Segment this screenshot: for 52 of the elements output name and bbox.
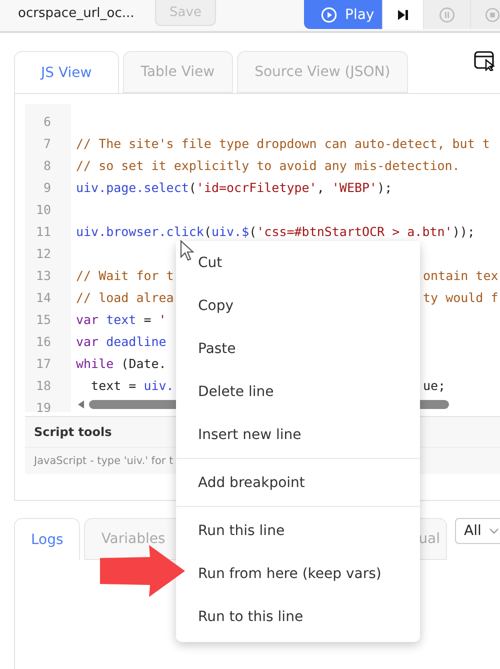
line-number: 12	[34, 245, 52, 263]
mouse-cursor-icon	[180, 240, 194, 262]
play-button[interactable]: Play	[304, 0, 382, 29]
code-line: // Wait for t	[76, 267, 174, 285]
code-line: ty would f	[423, 289, 498, 307]
line-number: 13	[34, 267, 52, 285]
line-number: 15	[34, 311, 52, 329]
script-tools-title: Script tools	[33, 425, 112, 439]
line-number: 7	[42, 135, 52, 153]
menu-item[interactable]: Run from here (keep vars)	[176, 552, 420, 595]
line-number: 18	[34, 377, 52, 395]
line-number: 17	[34, 355, 52, 373]
line-number: 6	[42, 113, 52, 131]
arrow-pointer-icon	[98, 544, 186, 598]
log-tab[interactable]: Logs	[14, 518, 80, 560]
code-line: // The site's file type dropdown can auto-detect, but t	[76, 135, 490, 153]
code-line: var deadline	[76, 333, 166, 351]
line-number: 10	[34, 201, 52, 219]
step-icon	[397, 8, 409, 20]
code-line: text = uiv.	[90, 377, 174, 395]
menu-item[interactable]: Add breakpoint	[176, 461, 420, 504]
pause-icon	[439, 6, 455, 22]
menu-item[interactable]: Delete line	[176, 370, 420, 413]
line-number: 16	[34, 333, 52, 351]
menu-item[interactable]: Copy	[176, 284, 420, 327]
line-number: 9	[42, 179, 52, 197]
menu-item[interactable]: Run this line	[176, 509, 420, 552]
browser-cursor-icon[interactable]	[474, 51, 496, 71]
code-line: ontain tex	[423, 267, 498, 285]
code-line: // load alrea	[76, 289, 174, 307]
menu-item[interactable]: Run to this line	[176, 595, 420, 638]
code-line: uiv.browser.click(uiv.$('css=#btnStartOCR > a.btn'));	[76, 223, 475, 241]
code-line: // so set it explicitly to avoid any mis-detection.	[76, 157, 460, 175]
script-name: ocrspace_url_oc...	[18, 6, 136, 22]
log-filter-select[interactable]: All	[455, 518, 500, 544]
editor-tab[interactable]: JS View	[14, 51, 119, 93]
step-button[interactable]	[382, 0, 423, 29]
code-line: while (Date.	[76, 355, 166, 373]
code-line: ue;	[423, 377, 446, 395]
chevron-down-icon	[489, 528, 500, 534]
play-icon	[321, 6, 337, 22]
menu-item[interactable]: Paste	[176, 327, 420, 370]
line-number: 19	[34, 399, 52, 412]
stop-icon	[485, 6, 500, 22]
menu-item[interactable]: Cut	[176, 241, 420, 284]
code-line: uiv.page.select('id=ocrFiletype', 'WEBP');	[76, 179, 392, 197]
line-number: 11	[34, 223, 52, 241]
menu-item[interactable]: Insert new line	[176, 413, 420, 456]
editor-hint: JavaScript - type 'uiv.' for t	[32, 455, 174, 467]
line-number: 14	[34, 289, 52, 307]
line-number: 8	[42, 157, 52, 175]
code-line: var text = '	[76, 311, 166, 329]
